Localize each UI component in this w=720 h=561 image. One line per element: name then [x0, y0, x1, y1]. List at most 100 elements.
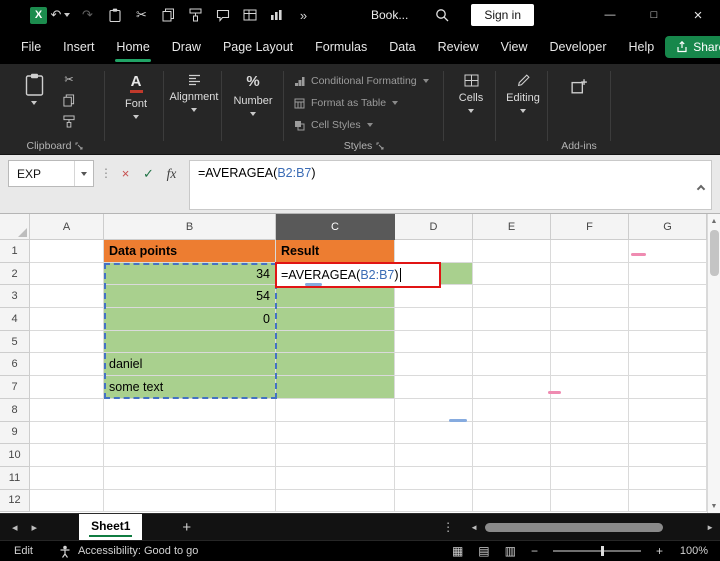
cut-button[interactable]: ✂ [128, 0, 155, 30]
comment-button[interactable] [209, 0, 236, 30]
tab-insert[interactable]: Insert [52, 30, 105, 64]
undo-button[interactable]: ↶ [47, 0, 74, 30]
cell[interactable] [629, 467, 707, 490]
ribbon-group-font[interactable]: A Font [108, 64, 164, 155]
cell[interactable] [473, 422, 551, 445]
accessibility-status[interactable]: Accessibility: Good to go [78, 545, 198, 557]
paste-button[interactable] [101, 0, 128, 30]
cell[interactable] [276, 444, 395, 467]
sign-in-button[interactable]: Sign in [471, 4, 534, 26]
copy-button[interactable] [155, 0, 182, 30]
row-header-10[interactable]: 10 [0, 444, 30, 467]
row-header-5[interactable]: 5 [0, 331, 30, 354]
cell-A3[interactable] [30, 285, 104, 308]
cell-C5[interactable] [276, 331, 395, 354]
cell[interactable] [395, 308, 473, 331]
cell[interactable] [473, 308, 551, 331]
cell[interactable] [30, 467, 104, 490]
cell-B7[interactable]: some text [104, 376, 276, 399]
cell[interactable] [551, 422, 629, 445]
cell[interactable] [473, 240, 551, 263]
insert-function-icon[interactable]: fx [160, 160, 183, 187]
clipboard-dialog-launcher-icon[interactable] [75, 142, 83, 150]
cell[interactable] [473, 263, 551, 286]
cell[interactable] [551, 444, 629, 467]
select-all-corner[interactable] [0, 214, 30, 240]
tab-help[interactable]: Help [618, 30, 666, 64]
cell-B3[interactable]: 54 [104, 285, 276, 308]
zoom-level[interactable]: 100% [678, 545, 708, 557]
col-header-C[interactable]: C [276, 214, 395, 240]
tab-home[interactable]: Home [105, 30, 160, 64]
search-button[interactable] [428, 0, 455, 30]
vertical-scrollbar[interactable]: ▲ ▼ [707, 214, 720, 513]
cell[interactable] [629, 240, 707, 263]
name-box-resizer-icon[interactable]: ⋮ [100, 166, 112, 180]
share-button[interactable]: Share [665, 36, 720, 58]
col-header-F[interactable]: F [551, 214, 629, 240]
format-painter-ribbon-button[interactable] [58, 113, 80, 130]
cell[interactable] [104, 399, 276, 422]
addins-button[interactable] [571, 64, 588, 94]
cell-C7[interactable] [276, 376, 395, 399]
cell[interactable] [395, 444, 473, 467]
cell[interactable] [30, 444, 104, 467]
cell-A1[interactable] [30, 240, 104, 263]
cell[interactable] [551, 399, 629, 422]
ribbon-group-alignment[interactable]: Alignment [166, 64, 222, 155]
cell[interactable] [473, 285, 551, 308]
cancel-icon[interactable]: × [114, 160, 137, 187]
horizontal-scrollbar-thumb[interactable] [485, 523, 663, 532]
formula-input[interactable]: =AVERAGEA(B2:B7) [189, 160, 712, 210]
cell[interactable] [104, 467, 276, 490]
cell[interactable] [30, 490, 104, 513]
cell[interactable] [30, 399, 104, 422]
format-painter-button[interactable] [182, 0, 209, 30]
cell-A7[interactable] [30, 376, 104, 399]
cell-C3[interactable] [276, 285, 395, 308]
collapse-formula-bar-icon[interactable] [698, 181, 704, 195]
zoom-out-button[interactable]: − [531, 544, 538, 558]
chart-button[interactable] [263, 0, 290, 30]
horizontal-scrollbar[interactable] [483, 522, 701, 533]
cell[interactable] [551, 240, 629, 263]
cell[interactable] [629, 490, 707, 513]
cell-B2[interactable]: 34 [104, 263, 276, 286]
col-header-D[interactable]: D [395, 214, 473, 240]
cell-A5[interactable] [30, 331, 104, 354]
sheet-nav-left-icon[interactable]: ◂ [12, 521, 18, 534]
cell-B5[interactable] [104, 331, 276, 354]
name-box[interactable]: EXP [8, 160, 94, 187]
page-layout-view-button[interactable]: ▤ [478, 544, 489, 558]
col-header-B[interactable]: B [104, 214, 276, 240]
cell[interactable] [473, 399, 551, 422]
normal-view-button[interactable]: ▦ [452, 544, 463, 558]
cut-ribbon-button[interactable]: ✂ [58, 71, 80, 88]
cell[interactable] [551, 376, 629, 399]
redo-button[interactable]: ↷ [74, 0, 101, 30]
cell[interactable] [473, 467, 551, 490]
cell-C4[interactable] [276, 308, 395, 331]
row-header-11[interactable]: 11 [0, 467, 30, 490]
row-header-9[interactable]: 9 [0, 422, 30, 445]
zoom-in-button[interactable]: + [656, 544, 663, 558]
cell[interactable] [629, 331, 707, 354]
cell[interactable] [395, 285, 473, 308]
cell[interactable] [551, 263, 629, 286]
cell[interactable] [473, 444, 551, 467]
cell[interactable] [104, 490, 276, 513]
cell[interactable] [629, 353, 707, 376]
new-sheet-button[interactable]: + [182, 519, 191, 536]
row-header-3[interactable]: 3 [0, 285, 30, 308]
cell-A4[interactable] [30, 308, 104, 331]
tab-draw[interactable]: Draw [161, 30, 212, 64]
format-as-table-button[interactable]: Format as Table [286, 92, 442, 114]
cell[interactable] [276, 490, 395, 513]
cell[interactable] [395, 467, 473, 490]
cell[interactable] [551, 490, 629, 513]
row-header-4[interactable]: 4 [0, 308, 30, 331]
tab-review[interactable]: Review [427, 30, 490, 64]
ribbon-group-number[interactable]: % Number [224, 64, 282, 155]
tab-page-layout[interactable]: Page Layout [212, 30, 304, 64]
styles-dialog-launcher-icon[interactable] [376, 142, 384, 150]
